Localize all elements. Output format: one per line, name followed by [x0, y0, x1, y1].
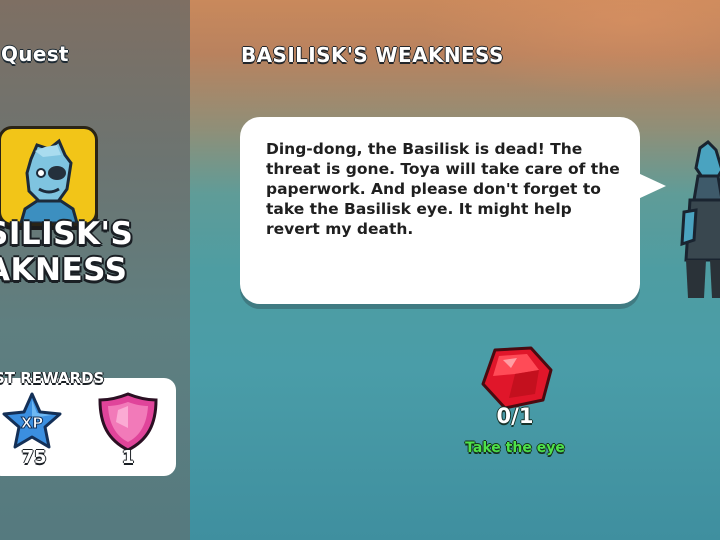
pink-shield-gem-icon — [98, 392, 158, 452]
zombie-npc-figure-icon — [680, 140, 720, 298]
reward-xp[interactable]: XP 75 — [2, 392, 66, 472]
reward-xp-value: 75 — [21, 447, 47, 468]
npc-character[interactable] — [678, 140, 720, 300]
xp-star-icon: XP — [2, 392, 62, 449]
quest-title-line: AKNESS — [0, 252, 128, 288]
quest-portrait[interactable] — [0, 126, 98, 226]
rewards-label: ST REWARDS — [0, 369, 105, 387]
quest-screen: Quest SILISK'S AKNESS ST REWARDS XP 75 1… — [0, 0, 720, 540]
zombie-npc-portrait-icon — [19, 138, 79, 223]
sidebar-header: Quest — [1, 42, 69, 66]
page-title: BASILISK'S WEAKNESS — [241, 43, 504, 67]
dialogue-bubble[interactable]: Ding-dong, the Basilisk is dead! The thr… — [240, 117, 666, 304]
reward-shield[interactable]: 1 — [96, 392, 160, 472]
quest-title-line: SILISK'S — [0, 216, 134, 252]
objective-caption: Take the eye — [465, 440, 565, 456]
quest-sidebar: Quest SILISK'S AKNESS ST REWARDS XP 75 1 — [0, 0, 190, 540]
xp-star-label: XP — [21, 414, 44, 432]
dialogue-text: Ding-dong, the Basilisk is dead! The thr… — [266, 140, 620, 238]
quest-title: SILISK'S AKNESS — [0, 216, 133, 288]
reward-shield-value: 1 — [121, 447, 135, 468]
objective-progress: 0/1 — [496, 404, 534, 428]
